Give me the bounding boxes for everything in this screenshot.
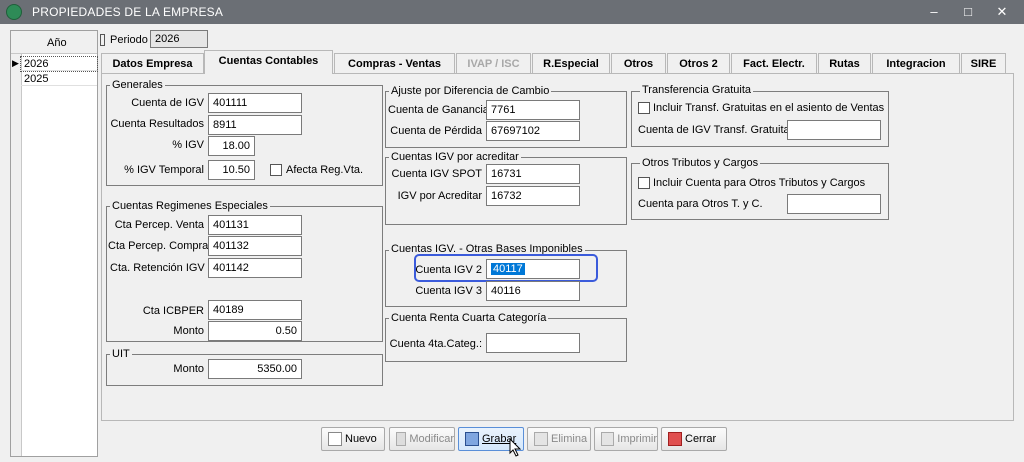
tab-otros[interactable]: Otros: [611, 53, 666, 73]
window-title: PROPIEDADES DE LA EMPRESA: [32, 5, 224, 19]
nuevo-label: Nuevo: [345, 433, 377, 445]
percep-compra-field[interactable]: 401132: [208, 236, 302, 256]
otros-tributos-cuenta-label: Cuenta para Otros T. y C.: [638, 198, 763, 210]
afecta-reg-vta-label: Afecta Reg.Vta.: [286, 164, 364, 176]
periodo-indicator-icon: [100, 34, 105, 46]
retencion-igv-label: Cta. Retención IGV: [110, 262, 205, 274]
nuevo-button[interactable]: Nuevo: [321, 427, 385, 451]
elimina-button: Elimina: [527, 427, 591, 451]
icbper-monto-label: Monto: [173, 325, 204, 337]
close-icon[interactable]: ✕: [988, 2, 1016, 22]
otros-tributos-checkbox[interactable]: [638, 177, 650, 189]
tab-compras-ventas[interactable]: Compras - Ventas: [334, 53, 455, 73]
current-row-marker-icon: ▶: [12, 58, 19, 68]
uit-monto-label: Monto: [173, 363, 204, 375]
year-row[interactable]: 2025: [21, 72, 97, 86]
cuenta-resultados-field[interactable]: 8911: [208, 115, 302, 135]
renta-title: Cuenta Renta Cuarta Categoría: [389, 312, 549, 324]
tab-otros-2[interactable]: Otros 2: [667, 53, 730, 73]
delete-icon: [534, 432, 548, 446]
window-bottom-edge: [0, 458, 1024, 462]
imprimir-label: Imprimir: [617, 433, 657, 445]
igv-acreditar-field[interactable]: 16732: [486, 186, 580, 206]
ganancia-label: Cuenta de Ganancia: [388, 104, 489, 116]
retencion-igv-field[interactable]: 401142: [208, 258, 302, 278]
tab-integracion[interactable]: Integracion: [872, 53, 960, 73]
icbper-monto-field[interactable]: 0.50: [208, 321, 302, 341]
periodo-field: 2026: [150, 30, 208, 48]
cuenta-igv-label: Cuenta de IGV: [131, 97, 204, 109]
app-logo-icon: [6, 4, 22, 20]
otros-tributos-title: Otros Tributos y Cargos: [640, 157, 761, 169]
grid-row-indicator-column: [11, 31, 22, 456]
grid-header: Año: [11, 31, 97, 54]
tab-sire[interactable]: SIRE: [961, 53, 1006, 73]
transf-cuenta-label: Cuenta de IGV Transf. Gratuita: [638, 124, 790, 136]
pct-igv-temporal-label: % IGV Temporal: [124, 164, 204, 176]
icbper-label: Cta ICBPER: [142, 305, 204, 317]
save-icon: [465, 432, 479, 446]
afecta-reg-vta-checkbox[interactable]: [270, 164, 282, 176]
icbper-field[interactable]: 40189: [208, 300, 302, 320]
uit-monto-field[interactable]: 5350.00: [208, 359, 302, 379]
uit-title: UIT: [110, 348, 132, 360]
window-titlebar: PROPIEDADES DE LA EMPRESA – □ ✕: [0, 0, 1024, 24]
ganancia-field[interactable]: 7761: [486, 100, 580, 120]
pct-igv-temporal-field[interactable]: 10.50: [208, 160, 255, 180]
pct-igv-field[interactable]: 18.00: [208, 136, 255, 156]
transf-cuenta-field[interactable]: [787, 120, 881, 140]
otros-tributos-label: Incluir Cuenta para Otros Tributos y Car…: [653, 177, 866, 189]
igv-acreditar-label: IGV por Acreditar: [397, 190, 482, 202]
cuenta-igv2-field[interactable]: 40117: [486, 259, 580, 279]
tab-fact-electr[interactable]: Fact. Electr.: [731, 53, 817, 73]
exit-door-icon: [668, 432, 682, 446]
regimenes-title: Cuentas Regimenes Especiales: [110, 200, 270, 212]
generales-title: Generales: [110, 79, 165, 91]
minimize-icon[interactable]: –: [920, 2, 948, 22]
cuarta-categ-label: Cuenta 4ta.Categ.:: [389, 338, 482, 350]
igv-spot-label: Cuenta IGV SPOT: [391, 168, 482, 180]
cuenta-igv3-label: Cuenta IGV 3: [415, 285, 482, 297]
new-document-icon: [328, 432, 342, 446]
cerrar-button[interactable]: Cerrar: [661, 427, 727, 451]
edit-icon: [396, 432, 407, 446]
percep-venta-field[interactable]: 401131: [208, 215, 302, 235]
modificar-button: Modificar: [389, 427, 455, 451]
cuarta-categ-field[interactable]: [486, 333, 580, 353]
perdida-field[interactable]: 67697102: [486, 121, 580, 141]
tab-rutas[interactable]: Rutas: [818, 53, 871, 73]
cuenta-resultados-label: Cuenta Resultados: [110, 118, 204, 130]
year-grid[interactable]: Año ▶ 2026 2025: [10, 30, 98, 457]
tab-cuentas-contables[interactable]: Cuentas Contables: [204, 50, 333, 74]
imprimir-button: Imprimir: [594, 427, 658, 451]
tab-ivap-isc: IVAP / ISC: [456, 53, 531, 73]
perdida-label: Cuenta de Pérdida: [390, 125, 482, 137]
pct-igv-label: % IGV: [172, 139, 204, 151]
cerrar-label: Cerrar: [685, 433, 717, 445]
cuenta-igv2-label: Cuenta IGV 2: [415, 264, 482, 276]
printer-icon: [601, 432, 615, 446]
modificar-label: Modificar: [409, 433, 454, 445]
elimina-label: Elimina: [551, 433, 588, 445]
percep-compra-label: Cta Percep. Compra: [108, 240, 209, 252]
cuenta-igv3-field[interactable]: 40116: [486, 281, 580, 301]
otros-tributos-cuenta-field[interactable]: [787, 194, 881, 214]
ajuste-title: Ajuste por Diferencia de Cambio: [389, 85, 552, 97]
percep-venta-label: Cta Percep. Venta: [114, 219, 204, 231]
year-column-header: Año: [47, 37, 67, 49]
tab-r-especial[interactable]: R.Especial: [532, 53, 610, 73]
mouse-cursor-icon: [509, 438, 522, 457]
tab-datos-empresa[interactable]: Datos Empresa: [101, 53, 204, 73]
cuenta-igv-field[interactable]: 401111: [208, 93, 302, 113]
year-row[interactable]: 2026: [20, 56, 98, 72]
transf-gratuita-label: Incluir Transf. Gratuitas en el asiento …: [653, 102, 885, 114]
transferencia-title: Transferencia Gratuita: [640, 84, 754, 96]
igv-spot-field[interactable]: 16731: [486, 164, 580, 184]
por-acreditar-title: Cuentas IGV por acreditar: [389, 151, 521, 163]
periodo-label: Periodo: [110, 34, 148, 46]
transf-gratuita-checkbox[interactable]: [638, 102, 650, 114]
cuenta-igv2-selected-text: 40117: [491, 263, 525, 275]
maximize-icon[interactable]: □: [954, 2, 982, 22]
